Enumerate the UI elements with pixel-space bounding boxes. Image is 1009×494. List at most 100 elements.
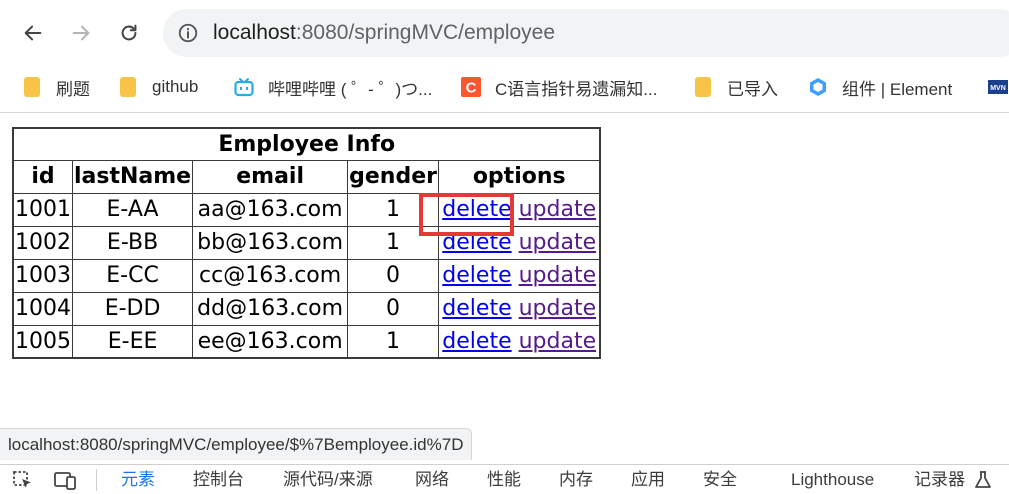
bookmark-label: 已导入: [727, 79, 778, 99]
cell-gender: 1: [347, 192, 439, 227]
delete-link[interactable]: delete: [442, 329, 511, 354]
tab-lighthouse[interactable]: Lighthouse: [791, 469, 874, 491]
bookmark-item[interactable]: 哔哩哔哩 ( ゜- ゜)つ...: [234, 74, 432, 100]
forward-button[interactable]: [64, 16, 98, 50]
cell-gender: 1: [347, 324, 439, 359]
back-button[interactable]: [16, 16, 50, 50]
header-options: options: [437, 159, 601, 194]
cell-email: aa@163.com: [192, 192, 349, 227]
reload-icon: [121, 24, 137, 41]
cell-gender: 0: [347, 291, 439, 326]
delete-link[interactable]: delete: [442, 230, 511, 255]
tab-network[interactable]: 网络: [415, 469, 449, 491]
status-bar-url: localhost:8080/springMVC/employee/$%7Bem…: [0, 428, 473, 460]
folder-icon: [120, 77, 136, 97]
cell-email: dd@163.com: [192, 291, 349, 326]
svg-text:MVN: MVN: [990, 85, 1006, 92]
bookmark-item[interactable]: 组件 | Element: [808, 74, 952, 100]
bookmark-item[interactable]: 刷题: [24, 74, 90, 100]
cell-lastname: E-AA: [71, 192, 194, 227]
tab-memory[interactable]: 内存: [559, 469, 593, 491]
cell-email: cc@163.com: [192, 258, 349, 293]
element-icon: [810, 78, 826, 96]
table-row: 1002 E-BB bb@163.com 1 delete update: [12, 225, 601, 260]
delete-link[interactable]: delete: [442, 263, 511, 288]
cell-id: 1003: [12, 258, 73, 293]
table-row: 1005 E-EE ee@163.com 1 delete update: [12, 324, 601, 359]
cell-gender: 0: [347, 258, 439, 293]
update-link[interactable]: update: [519, 230, 597, 255]
cell-gender: 1: [347, 225, 439, 260]
bookmark-label: github: [152, 77, 199, 96]
tab-application[interactable]: 应用: [631, 469, 665, 491]
cell-options: delete update: [437, 324, 601, 359]
back-arrow-icon: [24, 25, 42, 41]
devtools-tab-bar: 元素 控制台 源代码/来源 网络 性能 内存 应用 安全 Lighthouse …: [0, 464, 1009, 494]
address-bar[interactable]: localhost:8080/springMVC/employee: [163, 9, 1009, 57]
employee-table: Employee Info id lastName email gender o…: [12, 127, 602, 359]
cell-lastname: E-DD: [71, 291, 194, 326]
cell-lastname: E-EE: [71, 324, 194, 359]
update-link[interactable]: update: [519, 263, 597, 288]
cell-options: delete update: [437, 192, 601, 227]
table-header-row: id lastName email gender options: [12, 159, 601, 194]
cell-email: bb@163.com: [192, 225, 349, 260]
cell-id: 1001: [12, 192, 73, 227]
device-toolbar-icon[interactable]: [54, 470, 76, 490]
update-link[interactable]: update: [519, 296, 597, 321]
cell-id: 1005: [12, 324, 73, 359]
tab-security[interactable]: 安全: [703, 469, 737, 491]
svg-text:C: C: [466, 80, 477, 97]
mvn-site-icon: MVN: [988, 80, 1008, 94]
browser-toolbar: localhost:8080/springMVC/employee: [0, 0, 1009, 66]
cell-id: 1002: [12, 225, 73, 260]
cell-lastname: E-CC: [71, 258, 194, 293]
bookmark-label: 刷题: [56, 79, 90, 99]
folder-icon: [24, 77, 40, 97]
cell-lastname: E-BB: [71, 225, 194, 260]
tab-sources[interactable]: 源代码/来源: [283, 469, 373, 491]
bookmark-item[interactable]: MVN: [988, 74, 1009, 100]
bookmark-label: 哔哩哔哩 ( ゜- ゜)つ...: [268, 79, 433, 99]
bookmark-item[interactable]: C C语言指针易遗漏知...: [461, 74, 657, 100]
tab-elements[interactable]: 元素: [121, 469, 155, 491]
bookmark-item[interactable]: 已导入: [695, 74, 778, 100]
bookmarks-bar: 刷题 github 哔哩哔哩 ( ゜- ゜)つ... C C语言指针易遗漏知..…: [0, 66, 1009, 108]
cell-email: ee@163.com: [192, 324, 349, 359]
table-row: 1003 E-CC cc@163.com 0 delete update: [12, 258, 601, 293]
update-link[interactable]: update: [519, 197, 597, 222]
header-lastname: lastName: [71, 159, 194, 194]
header-gender: gender: [347, 159, 439, 194]
flask-icon: [975, 471, 991, 488]
table-row: 1004 E-DD dd@163.com 0 delete update: [12, 291, 601, 326]
devtools-separator: [96, 469, 97, 491]
cell-options: delete update: [437, 291, 601, 326]
table-caption-row: Employee Info: [12, 127, 601, 161]
tab-console[interactable]: 控制台: [193, 469, 244, 491]
folder-icon: [695, 77, 711, 97]
c-site-icon: C: [461, 77, 481, 97]
site-info-icon[interactable]: [177, 22, 199, 44]
cell-options: delete update: [437, 258, 601, 293]
delete-link[interactable]: delete: [442, 296, 511, 321]
forward-arrow-icon: [72, 25, 90, 41]
address-url[interactable]: localhost:8080/springMVC/employee: [213, 20, 555, 46]
table-row: 1001 E-AA aa@163.com 1 delete update: [12, 192, 601, 227]
reload-button[interactable]: [112, 16, 146, 50]
chrome-divider: [0, 112, 1009, 113]
url-host: localhost: [213, 21, 296, 44]
cell-id: 1004: [12, 291, 73, 326]
header-email: email: [192, 159, 349, 194]
delete-link[interactable]: delete: [442, 197, 511, 222]
bookmark-item[interactable]: github: [120, 74, 198, 100]
tab-recorder[interactable]: 记录器: [914, 469, 965, 491]
update-link[interactable]: update: [519, 329, 597, 354]
url-path: :8080/springMVC/employee: [295, 21, 556, 44]
bookmark-label: C语言指针易遗漏知...: [495, 79, 658, 99]
bilibili-icon: [234, 78, 254, 97]
tab-performance[interactable]: 性能: [487, 469, 521, 491]
cell-options: delete update: [437, 225, 601, 260]
inspect-element-icon[interactable]: [12, 470, 34, 490]
bookmark-label: 组件 | Element: [842, 79, 953, 99]
table-caption: Employee Info: [12, 127, 601, 161]
